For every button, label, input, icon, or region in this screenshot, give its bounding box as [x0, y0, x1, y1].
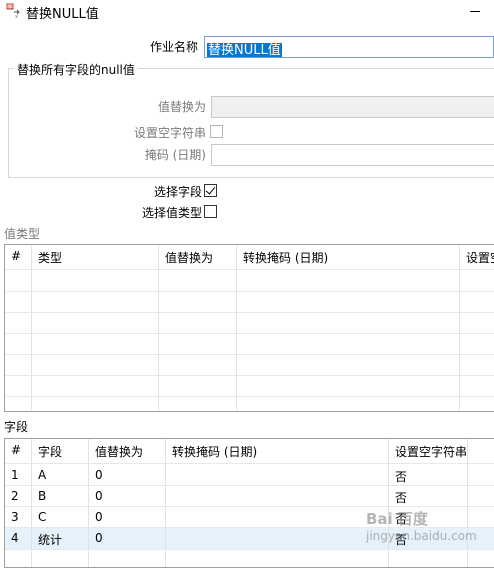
row-divider: [5, 354, 494, 355]
fields-section-title: 字段: [4, 420, 29, 434]
table-row-number[interactable]: 2: [5, 486, 31, 506]
table-row-number[interactable]: 1: [5, 465, 31, 485]
row-divider: [5, 463, 494, 464]
column-header[interactable]: #: [5, 245, 31, 269]
row-divider: [5, 375, 494, 376]
table-cell-field[interactable]: C: [32, 507, 88, 527]
window-title: 替换NULL值: [26, 7, 99, 22]
select-value-types-label: 选择值类型: [141, 206, 202, 220]
column-header[interactable]: 转换掩码 (日期): [166, 439, 388, 463]
column-divider: [236, 245, 237, 411]
column-divider: [158, 245, 159, 411]
fields-table[interactable]: # 字段 值替换为 转换掩码 (日期) 设置空字符串 1 A 0 否 2 B 0…: [4, 438, 494, 568]
job-name-selected-text: 替换NULL值: [207, 43, 282, 58]
replace-null-icon: 01 x: [6, 3, 22, 20]
row-divider: [5, 291, 494, 292]
table-cell-mask[interactable]: [166, 507, 388, 527]
svg-text:x: x: [15, 14, 18, 19]
all-fields-group-title: 替换所有字段的null值: [14, 61, 138, 78]
row-divider: [5, 549, 494, 550]
table-cell-value[interactable]: 0: [89, 528, 165, 548]
row-divider: [5, 396, 494, 397]
column-header[interactable]: 设置空字: [460, 245, 494, 269]
set-empty-string-label: 设置空字符串: [133, 126, 206, 140]
mask-date-input[interactable]: [211, 144, 494, 166]
table-cell-value[interactable]: 0: [89, 465, 165, 485]
mask-date-label: 掩码 (日期): [144, 148, 206, 162]
row-divider: [5, 333, 494, 334]
select-value-types-checkbox[interactable]: [204, 205, 217, 218]
value-types-section-title: 值类型: [4, 227, 41, 241]
column-divider: [459, 245, 460, 411]
table-cell-mask[interactable]: [166, 486, 388, 506]
table-row-number[interactable]: 4: [5, 528, 31, 548]
select-fields-label: 选择字段: [153, 185, 202, 199]
checkmark-icon: [205, 184, 216, 195]
table-cell-mask[interactable]: [166, 528, 388, 548]
column-header[interactable]: 值替换为: [159, 245, 236, 269]
table-cell-field[interactable]: B: [32, 486, 88, 506]
column-divider: [31, 245, 32, 411]
column-header[interactable]: 字段: [32, 439, 88, 463]
column-header[interactable]: #: [5, 439, 31, 463]
minimize-button[interactable]: [470, 11, 480, 12]
table-cell-value[interactable]: 0: [89, 507, 165, 527]
row-divider: [5, 312, 494, 313]
replace-with-label: 值替换为: [157, 100, 206, 114]
column-header[interactable]: 值替换为: [89, 439, 165, 463]
table-cell-field[interactable]: A: [32, 465, 88, 485]
job-name-input[interactable]: 替换NULL值: [204, 36, 494, 58]
table-cell-empty[interactable]: 否: [389, 486, 467, 506]
table-cell-field[interactable]: 统计: [32, 528, 88, 548]
table-cell-value[interactable]: 0: [89, 486, 165, 506]
table-cell-mask[interactable]: [166, 465, 388, 485]
baidu-watermark: Bai 百度 jingyan.baidu.com: [366, 510, 477, 543]
set-empty-string-checkbox[interactable]: [210, 125, 223, 138]
table-row-number[interactable]: 3: [5, 507, 31, 527]
table-cell-empty[interactable]: 否: [389, 465, 467, 485]
select-fields-checkbox[interactable]: [204, 184, 217, 197]
svg-text:01: 01: [8, 5, 14, 10]
title-bar: 01 x 替换NULL值: [0, 0, 494, 24]
row-divider: [5, 269, 494, 270]
column-header[interactable]: 设置空字符串: [389, 439, 467, 463]
replace-with-input[interactable]: [211, 96, 494, 118]
job-name-label: 作业名称: [149, 40, 198, 54]
column-header[interactable]: 类型: [32, 245, 158, 269]
column-header[interactable]: 转换掩码 (日期): [237, 245, 459, 269]
value-types-table[interactable]: # 类型 值替换为 转换掩码 (日期) 设置空字: [4, 244, 494, 412]
